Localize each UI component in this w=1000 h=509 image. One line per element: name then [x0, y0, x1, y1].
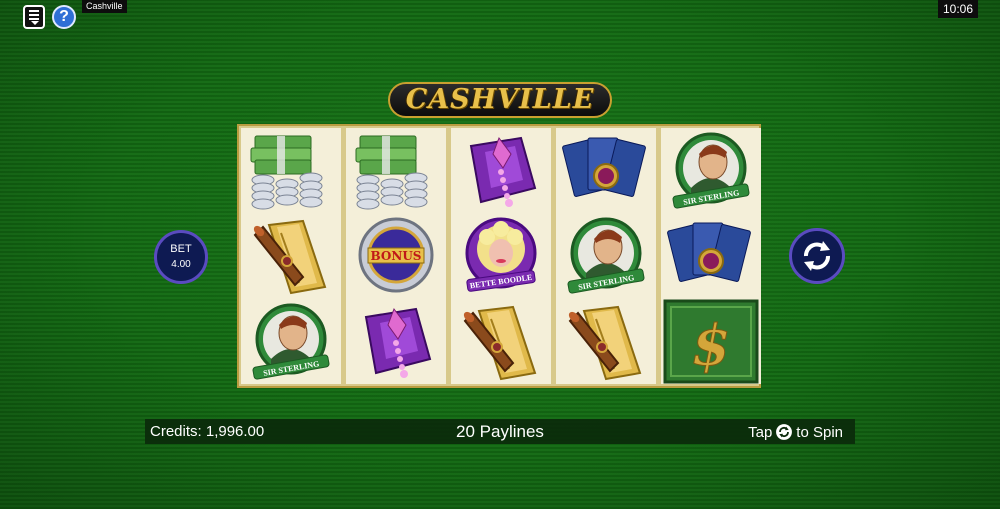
symbol-jewels	[346, 299, 446, 384]
bet-value: 4.00	[171, 259, 191, 270]
help-icon[interactable]: ?	[52, 5, 76, 29]
tap-label: Tap	[748, 423, 773, 441]
bet-label: BET	[170, 243, 192, 255]
to-spin-label: to Spin	[796, 423, 843, 441]
game-title: Cashville	[82, 0, 127, 13]
game-logo: CASHVILLE	[388, 82, 612, 118]
symbol-sir-sterling: SIR STERLING	[556, 213, 656, 298]
symbol-bonus: BONUS	[346, 213, 446, 298]
reel-4: SIR STERLING	[556, 128, 656, 384]
symbol-cigar	[241, 213, 341, 298]
symbol-cards	[556, 128, 656, 213]
svg-text:BONUS: BONUS	[371, 249, 422, 263]
symbol-cards	[661, 213, 761, 298]
reel-1: SIR STERLING	[241, 128, 341, 384]
spin-button[interactable]	[789, 228, 845, 284]
symbol-sir-sterling: SIR STERLING	[661, 128, 761, 213]
symbol-cash-stack	[346, 128, 446, 213]
paylines-display: 20 Paylines	[456, 422, 544, 441]
reel-area: SIR STERLING BONUS BETTE BOODLE SIR STER…	[237, 124, 761, 388]
bet-button[interactable]: BET 4.00	[154, 230, 208, 284]
symbol-jewels	[451, 128, 551, 213]
symbol-cigar	[451, 299, 551, 384]
spin-small-icon	[776, 424, 793, 440]
logo-text: CASHVILLE	[405, 84, 595, 115]
svg-text:$: $	[692, 313, 731, 379]
tap-to-spin-hint: Tap to Spin	[748, 423, 843, 441]
spin-icon	[804, 241, 830, 271]
symbol-sir-sterling: SIR STERLING	[241, 299, 341, 384]
reel-3: BETTE BOODLE	[451, 128, 551, 384]
menu-icon[interactable]	[23, 5, 45, 29]
reel-5: SIR STERLING $	[661, 128, 761, 384]
symbol-cigar	[556, 299, 656, 384]
clock: 10:06	[937, 0, 978, 18]
reel-2: BONUS	[346, 128, 446, 384]
symbol-cash-stack	[241, 128, 341, 213]
symbol-bette-boodle: BETTE BOODLE	[451, 213, 551, 298]
symbol-dollar-s: $	[661, 299, 761, 384]
